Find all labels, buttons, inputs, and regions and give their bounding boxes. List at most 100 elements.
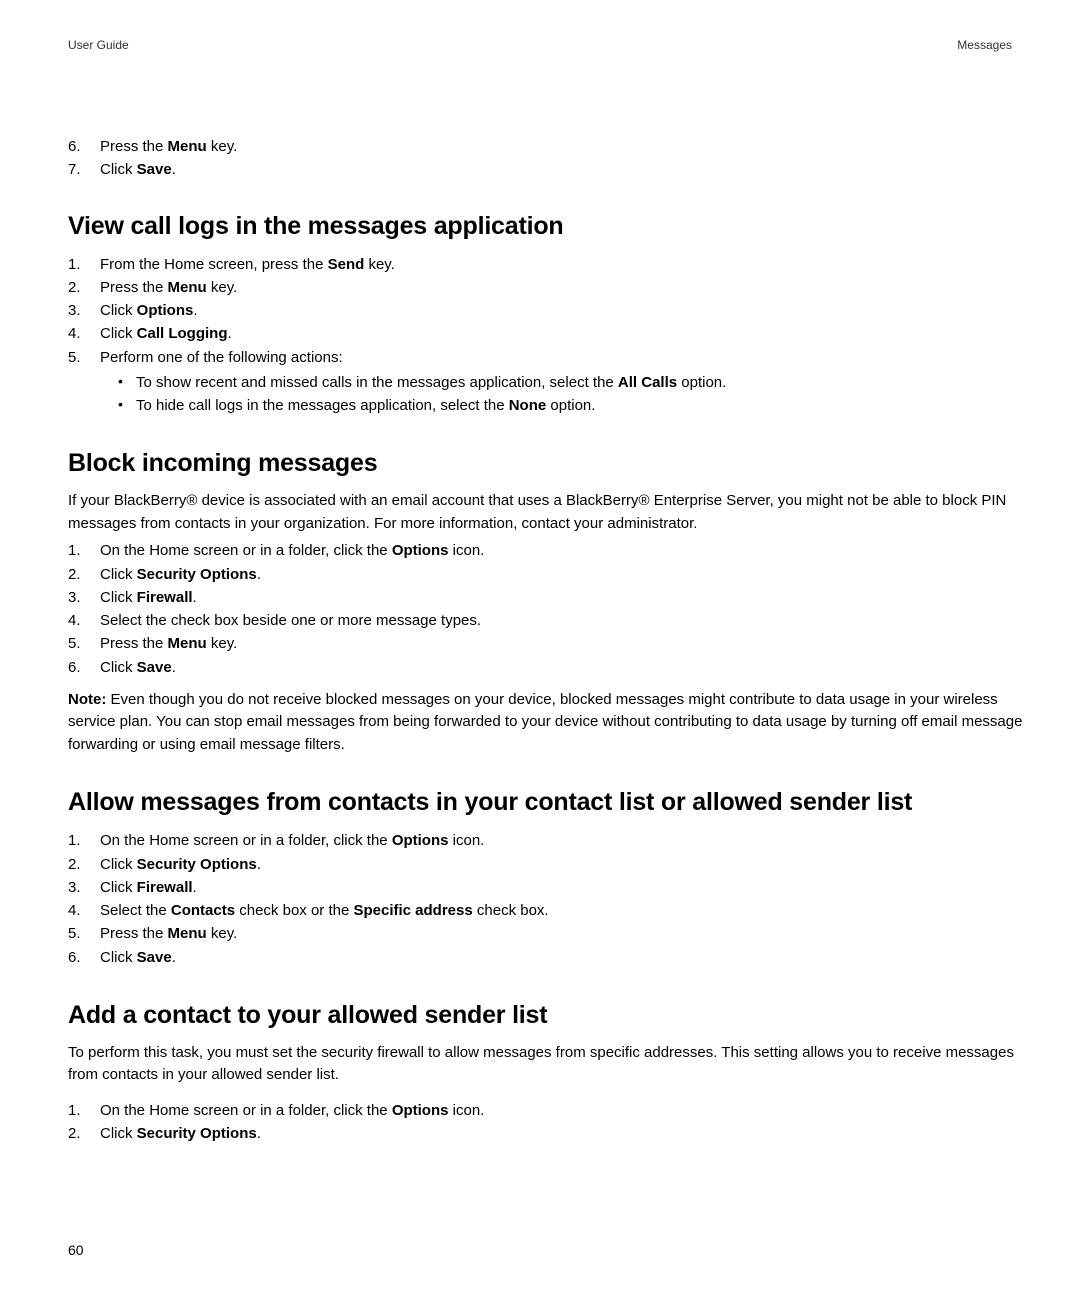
bold-text: Save (137, 659, 172, 676)
text: icon. (448, 1102, 484, 1119)
list-item: Select the check box beside one or more … (68, 609, 1024, 632)
text: Click (100, 879, 137, 896)
text: check box. (473, 902, 549, 919)
bold-text: Options (392, 832, 449, 849)
list-item: Click Firewall. (68, 876, 1024, 899)
text: Click (100, 302, 137, 319)
bold-text: None (509, 397, 547, 414)
text: . (257, 1125, 261, 1142)
text: Click (100, 566, 137, 583)
text: Select the check box beside one or more … (100, 612, 481, 629)
sub-bullet-list: To show recent and missed calls in the m… (118, 371, 1024, 418)
list-item: Click Options. (68, 299, 1024, 322)
text: option. (677, 374, 726, 391)
section-heading-view-call-logs: View call logs in the messages applicati… (68, 212, 1024, 241)
bold-text: Security Options (137, 856, 257, 873)
page-header: User Guide Messages (68, 38, 1012, 52)
bold-text: Options (392, 542, 449, 559)
list-item: On the Home screen or in a folder, click… (68, 539, 1024, 562)
bold-text: All Calls (618, 374, 677, 391)
list-item: Click Call Logging. (68, 322, 1024, 345)
section-heading-add-contact: Add a contact to your allowed sender lis… (68, 1001, 1024, 1030)
section1-list: From the Home screen, press the Send key… (68, 253, 1024, 418)
list-item: Click Firewall. (68, 586, 1024, 609)
bold-text: Menu (168, 138, 207, 155)
list-item: Select the Contacts check box or the Spe… (68, 899, 1024, 922)
note-label: Note: (68, 691, 106, 708)
header-left: User Guide (68, 38, 129, 52)
text: Click (100, 856, 137, 873)
bold-text: Menu (168, 925, 207, 942)
list-item: Press the Menu key. (68, 276, 1024, 299)
text: To hide call logs in the messages applic… (136, 397, 509, 414)
section3-list: On the Home screen or in a folder, click… (68, 829, 1024, 969)
continued-list: Press the Menu key. Click Save. (68, 135, 1024, 182)
text: key. (207, 635, 238, 652)
text: . (172, 161, 176, 178)
section-heading-allow-messages: Allow messages from contacts in your con… (68, 788, 1024, 817)
list-item: Click Save. (68, 946, 1024, 969)
bold-text: Security Options (137, 566, 257, 583)
bold-text: Call Logging (137, 325, 228, 342)
text: icon. (448, 832, 484, 849)
text: Click (100, 1125, 137, 1142)
text: . (193, 879, 197, 896)
text: . (193, 589, 197, 606)
list-item: Perform one of the following actions: To… (68, 346, 1024, 418)
text: check box or the (235, 902, 353, 919)
text: Select the (100, 902, 171, 919)
list-item: Click Save. (68, 158, 1024, 181)
text: option. (546, 397, 595, 414)
section4-list: On the Home screen or in a folder, click… (68, 1099, 1024, 1146)
text: . (172, 949, 176, 966)
section2-paragraph: If your BlackBerry® device is associated… (68, 490, 1024, 535)
list-item: Press the Menu key. (68, 922, 1024, 945)
bold-text: Options (392, 1102, 449, 1119)
section2-note: Note: Even though you do not receive blo… (68, 689, 1024, 757)
text: From the Home screen, press the (100, 256, 328, 273)
text: Press the (100, 279, 168, 296)
note-text: Even though you do not receive blocked m… (68, 691, 1022, 753)
text: key. (207, 279, 238, 296)
text: key. (207, 925, 238, 942)
list-item: From the Home screen, press the Send key… (68, 253, 1024, 276)
bold-text: Specific address (353, 902, 472, 919)
text: Click (100, 659, 137, 676)
section2-list: On the Home screen or in a folder, click… (68, 539, 1024, 679)
list-item: Click Save. (68, 656, 1024, 679)
text: Click (100, 949, 137, 966)
bold-text: Security Options (137, 1125, 257, 1142)
text: On the Home screen or in a folder, click… (100, 542, 392, 559)
text: . (257, 566, 261, 583)
page-number: 60 (68, 1242, 84, 1258)
text: Press the (100, 138, 168, 155)
bold-text: Save (137, 949, 172, 966)
text: key. (207, 138, 238, 155)
list-item: Click Security Options. (68, 563, 1024, 586)
list-item: On the Home screen or in a folder, click… (68, 829, 1024, 852)
bold-text: Save (137, 161, 172, 178)
text: Click (100, 161, 137, 178)
list-item: Press the Menu key. (68, 135, 1024, 158)
text: Click (100, 589, 137, 606)
text: On the Home screen or in a folder, click… (100, 1102, 392, 1119)
text: Click (100, 325, 137, 342)
text: Press the (100, 635, 168, 652)
text: . (257, 856, 261, 873)
bold-text: Options (137, 302, 194, 319)
bold-text: Menu (168, 635, 207, 652)
text: To show recent and missed calls in the m… (136, 374, 618, 391)
list-item: Press the Menu key. (68, 632, 1024, 655)
bullet-item: To show recent and missed calls in the m… (118, 371, 1024, 394)
text: . (193, 302, 197, 319)
bullet-item: To hide call logs in the messages applic… (118, 394, 1024, 417)
text: On the Home screen or in a folder, click… (100, 832, 392, 849)
text: . (172, 659, 176, 676)
section4-paragraph: To perform this task, you must set the s… (68, 1042, 1024, 1087)
list-item: Click Security Options. (68, 853, 1024, 876)
page-content: Press the Menu key. Click Save. View cal… (68, 135, 1024, 1145)
bold-text: Menu (168, 279, 207, 296)
list-item: On the Home screen or in a folder, click… (68, 1099, 1024, 1122)
text: Perform one of the following actions: (100, 349, 343, 366)
bold-text: Send (328, 256, 365, 273)
